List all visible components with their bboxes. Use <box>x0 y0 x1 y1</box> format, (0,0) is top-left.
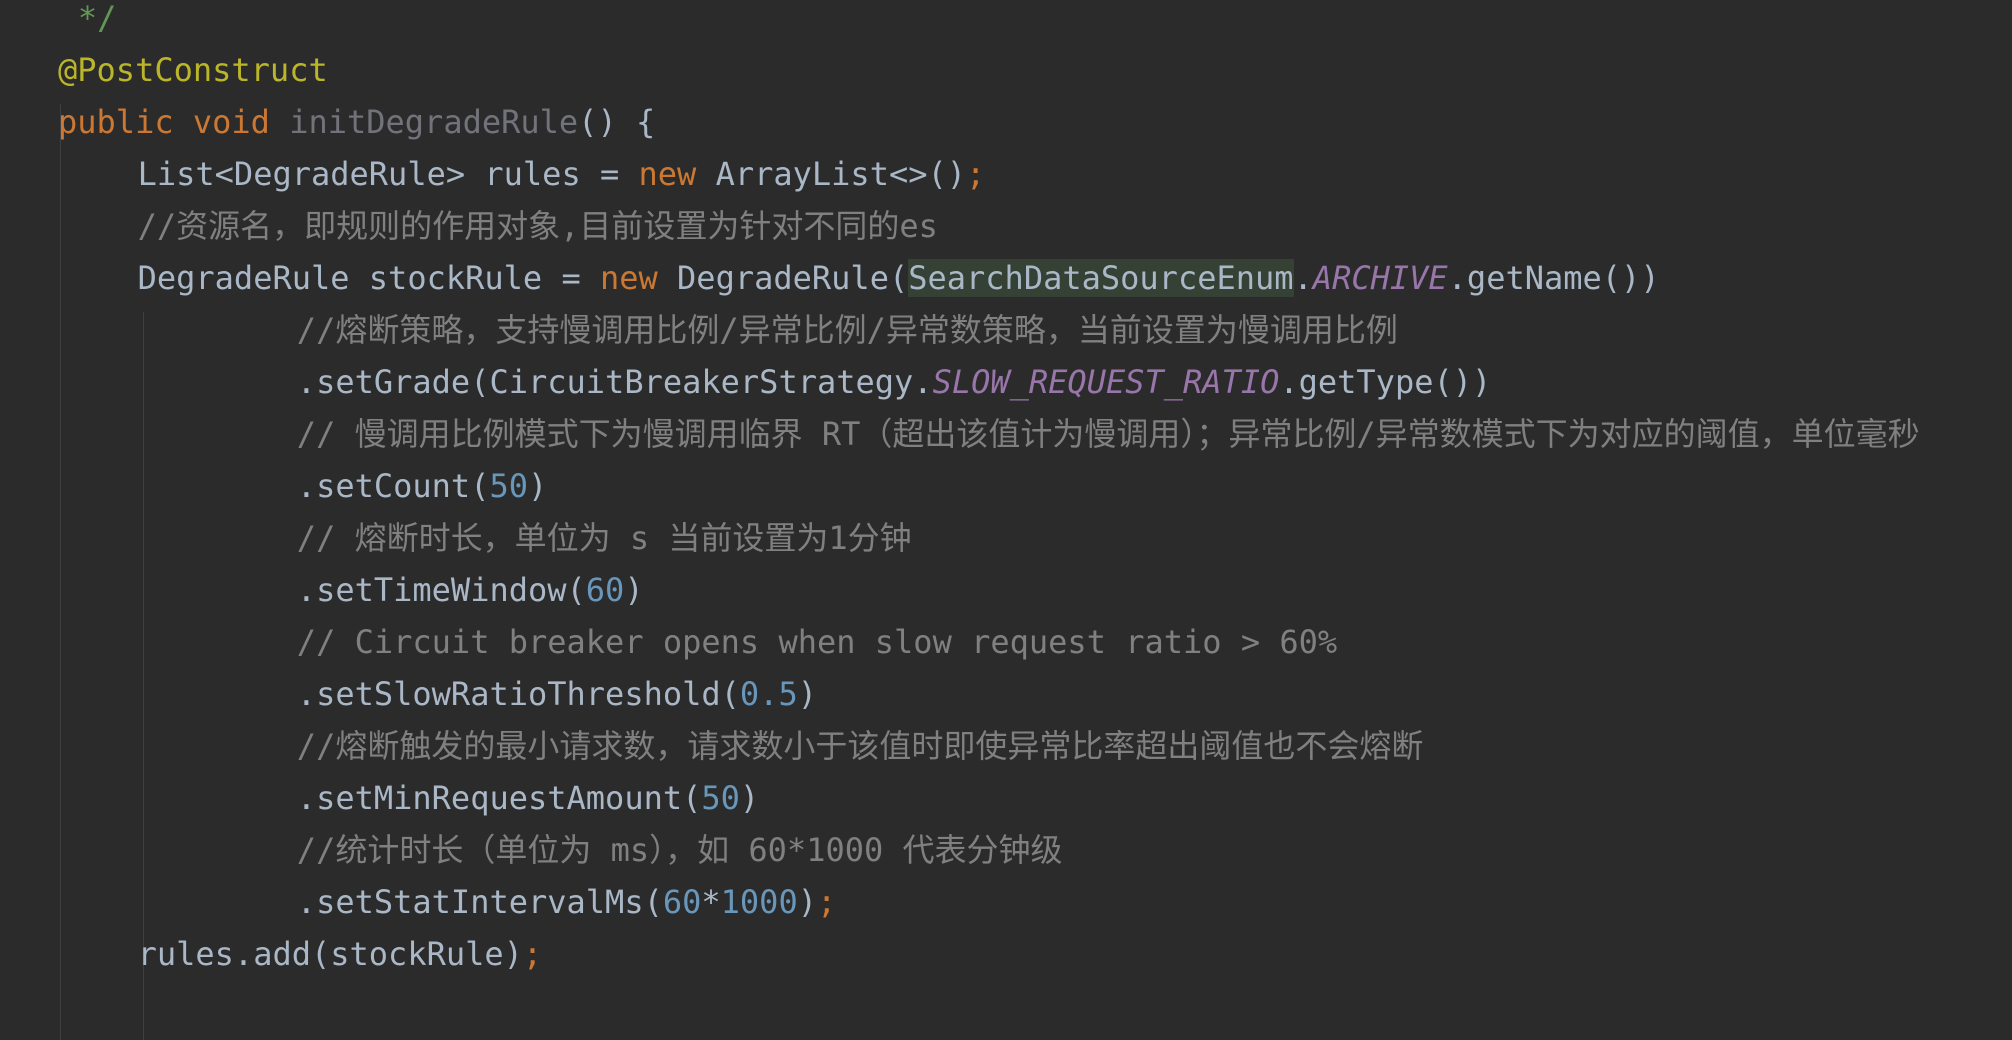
code-token-plain: .setMinRequestAmount( <box>296 779 702 817</box>
code-token-comment: // 熔断时长，单位为 s 当前设置为1分钟 <box>296 519 912 557</box>
code-token-plain: ) <box>739 779 760 817</box>
code-token-plain: rules.add(stockRule) <box>137 935 523 973</box>
code-line[interactable]: //熔断触发的最小请求数，请求数小于该值时即使异常比率超出阈值也不会熔断 <box>297 720 1424 772</box>
code-token-comment: //资源名，即规则的作用对象,目前设置为针对不同的es <box>137 207 938 245</box>
code-token-semi: ; <box>966 155 986 193</box>
code-token-keyword: new <box>599 259 658 297</box>
code-line[interactable]: //统计时长（单位为 ms），如 60*1000 代表分钟级 <box>297 824 1063 876</box>
code-line[interactable]: //资源名，即规则的作用对象,目前设置为针对不同的es <box>138 200 938 252</box>
code-token-plain: . <box>1293 259 1313 297</box>
code-token-plain: ) <box>527 467 548 505</box>
code-line[interactable]: DegradeRule stockRule = new DegradeRule(… <box>138 252 1660 304</box>
code-token-plain: () { <box>578 103 656 141</box>
code-token-comment: //熔断策略，支持慢调用比例/异常比例/异常数策略，当前设置为慢调用比例 <box>296 311 1398 349</box>
code-token-plain: ) <box>624 571 644 609</box>
code-token-plain: .setTimeWindow( <box>296 571 586 609</box>
code-token-doc: */ <box>77 0 117 37</box>
code-token-number: 1000 <box>720 883 798 921</box>
code-line[interactable]: .setSlowRatioThreshold(0.5) <box>297 668 817 720</box>
code-token-number: 60 <box>662 883 702 921</box>
code-token-plain: * <box>701 883 721 921</box>
code-line[interactable]: .setTimeWindow(60) <box>297 564 644 616</box>
code-token-plain: DegradeRule( <box>657 259 909 297</box>
code-line[interactable]: // 慢调用比例模式下为慢调用临界 RT（超出该值计为慢调用）；异常比例/异常数… <box>297 408 1920 460</box>
code-token-comment: // 慢调用比例模式下为慢调用临界 RT（超出该值计为慢调用）；异常比例/异常数… <box>296 415 1920 453</box>
code-token-comment: // Circuit breaker opens when slow reque… <box>296 623 1338 661</box>
code-line[interactable]: .setCount(50) <box>297 460 547 512</box>
code-token-plain: .setCount( <box>296 467 490 505</box>
code-line[interactable]: .setGrade(CircuitBreakerStrategy.SLOW_RE… <box>297 356 1491 408</box>
code-token-plain: List<DegradeRule> rules = <box>137 155 639 193</box>
indent-guide <box>60 104 61 1040</box>
code-token-semi: ; <box>816 883 837 921</box>
code-line[interactable]: */ <box>78 0 117 44</box>
code-line[interactable]: .setStatIntervalMs(60*1000); <box>297 876 836 928</box>
code-token-highlight: SearchDataSourceEnum <box>908 259 1294 297</box>
code-token-number: 50 <box>489 467 528 505</box>
code-token-const: ARCHIVE <box>1312 259 1448 297</box>
code-line[interactable]: List<DegradeRule> rules = new ArrayList<… <box>138 148 986 200</box>
code-token-annotation: @PostConstruct <box>58 51 328 89</box>
code-token-semi: ; <box>522 935 543 973</box>
code-token-plain: .setStatIntervalMs( <box>296 883 663 921</box>
code-token-comment: //熔断触发的最小请求数，请求数小于该值时即使异常比率超出阈值也不会熔断 <box>296 727 1424 765</box>
code-token-number: 60 <box>585 571 625 609</box>
code-token-number: 0.5 <box>739 675 798 713</box>
code-token-plain: DegradeRule stockRule = <box>137 259 600 297</box>
code-token-keyword: new <box>638 155 697 193</box>
code-line[interactable]: public void initDegradeRule() { <box>58 96 655 148</box>
code-line[interactable]: .setMinRequestAmount(50) <box>297 772 759 824</box>
code-line[interactable]: // 熔断时长，单位为 s 当前设置为1分钟 <box>297 512 912 564</box>
code-token-unused: initDegradeRule <box>289 103 579 141</box>
code-token-plain: ) <box>797 883 817 921</box>
code-token-keyword: public <box>58 103 174 141</box>
code-token-plain: ) <box>797 675 817 713</box>
code-token-comment: //统计时长（单位为 ms），如 60*1000 代表分钟级 <box>296 831 1063 869</box>
code-line[interactable]: // Circuit breaker opens when slow reque… <box>297 616 1337 668</box>
code-token-plain: .setSlowRatioThreshold( <box>296 675 740 713</box>
code-token-plain: .getType()) <box>1279 363 1492 401</box>
code-line[interactable]: @PostConstruct <box>58 44 328 96</box>
code-line[interactable]: rules.add(stockRule); <box>138 928 543 980</box>
code-token-keyword: void <box>192 103 270 141</box>
code-token-plain: ArrayList<>() <box>696 155 967 193</box>
code-token-plain: .setGrade(CircuitBreakerStrategy. <box>296 363 933 401</box>
code-token-plain: .getName()) <box>1447 259 1660 297</box>
code-token-number: 50 <box>701 779 740 817</box>
code-line[interactable]: //熔断策略，支持慢调用比例/异常比例/异常数策略，当前设置为慢调用比例 <box>297 304 1398 356</box>
code-token-const: SLOW_REQUEST_RATIO <box>932 363 1280 401</box>
code-editor[interactable]: */ @PostConstruct public void initDegradeR… <box>0 0 2012 1040</box>
